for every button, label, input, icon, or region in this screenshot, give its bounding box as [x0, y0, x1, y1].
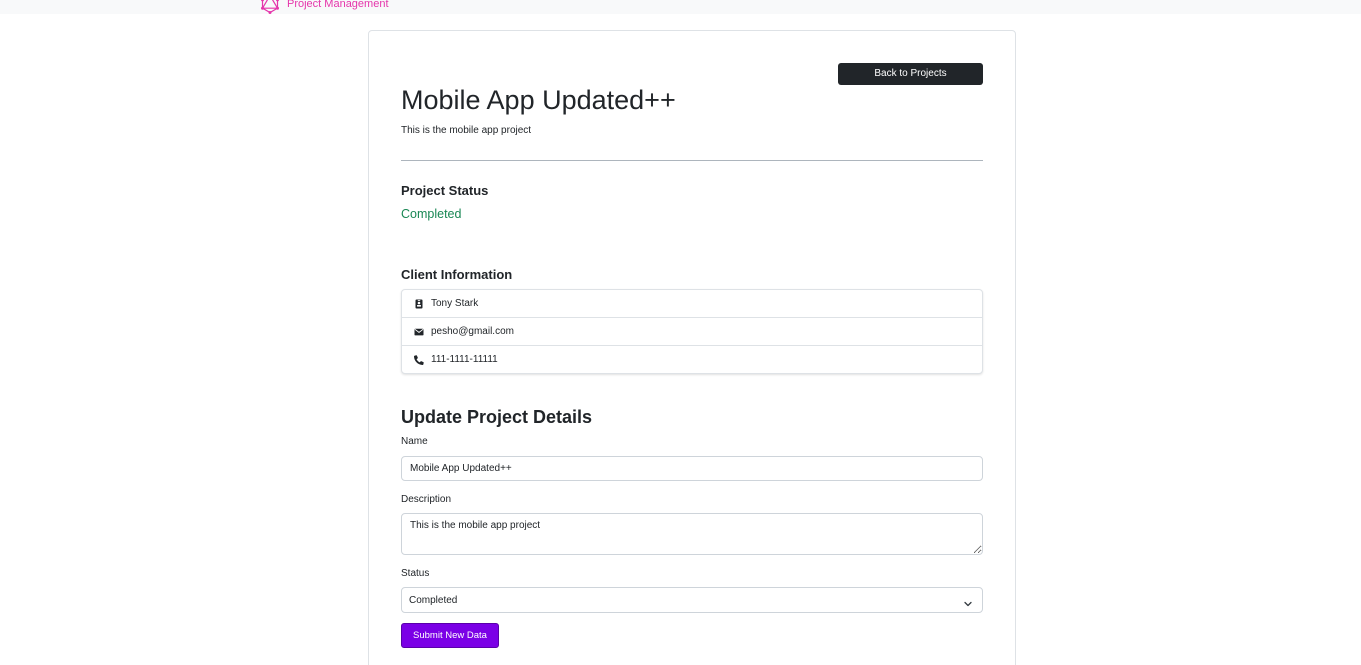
client-name: Tony Stark [431, 298, 479, 309]
envelope-icon [414, 327, 424, 337]
project-status-heading: Project Status [401, 183, 489, 198]
project-card: Back to Projects Mobile App Updated++ Th… [368, 30, 1016, 665]
project-status-value: Completed [401, 207, 462, 221]
client-info-list: Tony Stark pesho@gmail.com 111-1111-1111… [401, 289, 983, 374]
project-description: This is the mobile app project [401, 125, 532, 136]
description-label: Description [401, 494, 452, 505]
brand-link[interactable]: Project Management [260, 0, 389, 14]
description-textarea[interactable]: This is the mobile app project [401, 513, 983, 555]
client-email: pesho@gmail.com [431, 326, 514, 337]
status-label: Status [401, 568, 430, 579]
chevron-down-icon [963, 596, 973, 607]
client-info-heading: Client Information [401, 267, 513, 282]
navbar: Project Management [0, 0, 1361, 14]
submit-button[interactable]: Submit New Data [401, 623, 499, 648]
brand-text[interactable]: Project Management [287, 0, 389, 11]
name-input[interactable] [401, 456, 983, 481]
divider [401, 160, 983, 161]
client-phone: 111-1111-11111 [431, 354, 498, 365]
update-form-heading: Update Project Details [401, 407, 593, 427]
phone-icon [414, 354, 424, 365]
name-label: Name [401, 436, 428, 447]
client-name-item: Tony Stark [402, 290, 982, 318]
client-email-item: pesho@gmail.com [402, 318, 982, 346]
client-phone-item: 111-1111-11111 [402, 346, 982, 373]
back-to-projects-button[interactable]: Back to Projects [838, 63, 983, 85]
id-badge-icon [414, 299, 424, 309]
status-select-value: Completed [409, 594, 458, 606]
graphql-logo-icon [260, 0, 280, 14]
project-title: Mobile App Updated++ [401, 85, 676, 115]
status-select[interactable]: Completed [401, 587, 983, 613]
